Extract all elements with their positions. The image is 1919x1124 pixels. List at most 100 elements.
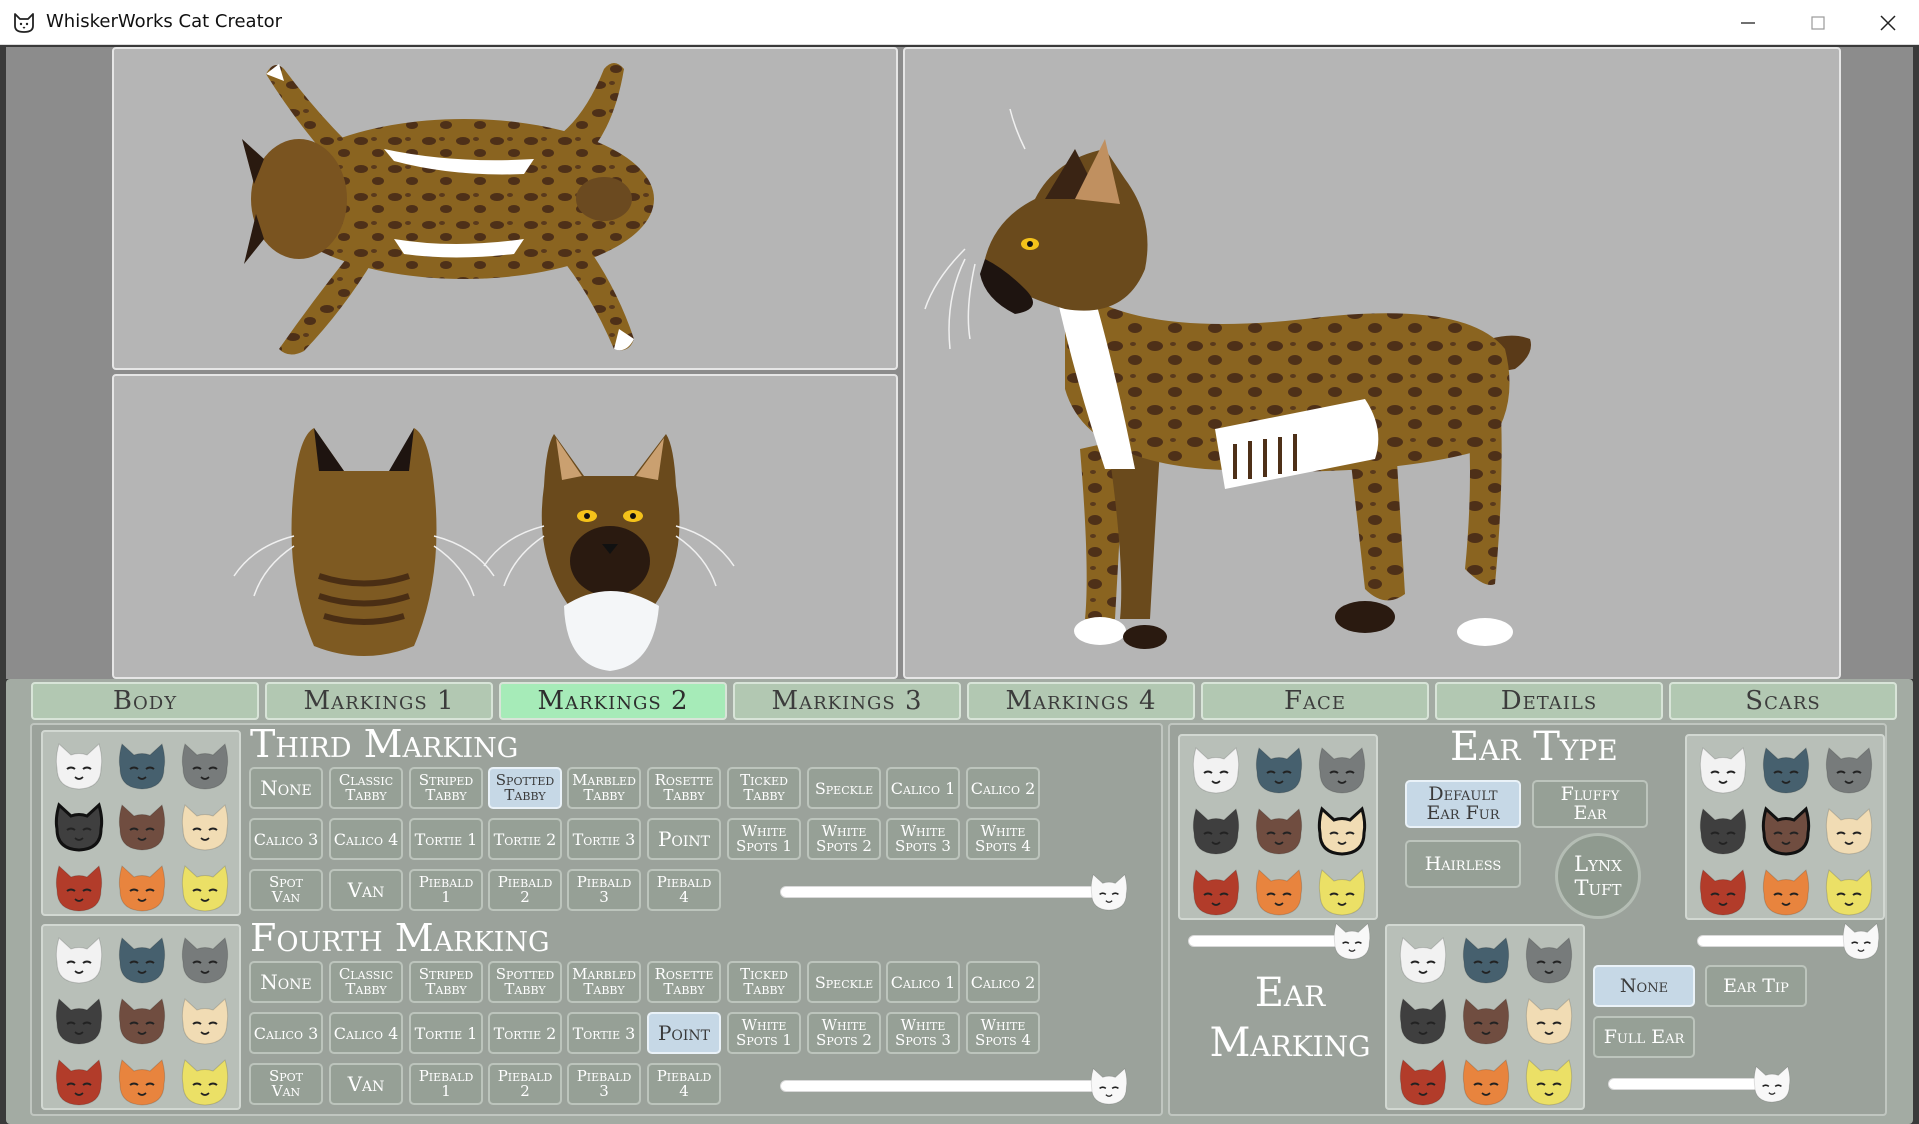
third-marking-white-spots-2-button[interactable]: White Spots 2 xyxy=(807,818,881,860)
third-marking-ticked-tabby-button[interactable]: Ticked Tabby xyxy=(727,767,801,809)
color-swatch-1[interactable] xyxy=(51,932,107,988)
maximize-button[interactable] xyxy=(1783,0,1853,45)
third-marking-van-button[interactable]: Van xyxy=(329,869,403,911)
color-swatch-3[interactable] xyxy=(1314,742,1370,798)
third-marking-opacity-slider-track[interactable] xyxy=(780,886,1105,898)
color-swatch-8[interactable] xyxy=(1251,864,1307,920)
color-swatch-2[interactable] xyxy=(1758,742,1814,798)
fourth-marking-calico-2-button[interactable]: Calico 2 xyxy=(966,961,1040,1003)
fourth-marking-white-spots-1-button[interactable]: White Spots 1 xyxy=(727,1012,801,1054)
fourth-marking-piebald-2-button[interactable]: Piebald 2 xyxy=(488,1063,562,1105)
color-swatch-4[interactable] xyxy=(51,799,107,855)
fourth-marking-classic-tabby-button[interactable]: Classic Tabby xyxy=(329,961,403,1003)
fourth-marking-rosette-tabby-button[interactable]: Rosette Tabby xyxy=(647,961,721,1003)
fourth-marking-piebald-3-button[interactable]: Piebald 3 xyxy=(567,1063,641,1105)
color-swatch-7[interactable] xyxy=(1395,1054,1451,1110)
color-swatch-9[interactable] xyxy=(1821,864,1877,920)
color-swatch-4[interactable] xyxy=(1188,803,1244,859)
fourth-marking-piebald-1-button[interactable]: Piebald 1 xyxy=(409,1063,483,1105)
fourth-marking-white-spots-4-button[interactable]: White Spots 4 xyxy=(966,1012,1040,1054)
third-marking-speckle-button[interactable]: Speckle xyxy=(807,767,881,809)
color-swatch-4[interactable] xyxy=(1395,993,1451,1049)
third-marking-calico-1-button[interactable]: Calico 1 xyxy=(886,767,960,809)
minimize-button[interactable] xyxy=(1713,0,1783,45)
color-swatch-2[interactable] xyxy=(114,738,170,794)
fourth-marking-white-spots-3-button[interactable]: White Spots 3 xyxy=(886,1012,960,1054)
color-swatch-8[interactable] xyxy=(1758,864,1814,920)
third-marking-calico-2-button[interactable]: Calico 2 xyxy=(966,767,1040,809)
fourth-marking-speckle-button[interactable]: Speckle xyxy=(807,961,881,1003)
color-swatch-5[interactable] xyxy=(1458,993,1514,1049)
fourth-marking-marbled-tabby-button[interactable]: Marbled Tabby xyxy=(567,961,641,1003)
tab-details[interactable]: Details xyxy=(1435,682,1663,720)
third-marking-tortie-1-button[interactable]: Tortie 1 xyxy=(409,818,483,860)
third-marking-spot-van-button[interactable]: Spot Van xyxy=(249,869,323,911)
tab-markings-4[interactable]: Markings 4 xyxy=(967,682,1195,720)
ear-tuft-slider-track[interactable] xyxy=(1697,935,1857,947)
tab-markings-1[interactable]: Markings 1 xyxy=(265,682,493,720)
third-marking-tortie-2-button[interactable]: Tortie 2 xyxy=(488,818,562,860)
fourth-marking-calico-4-button[interactable]: Calico 4 xyxy=(329,1012,403,1054)
color-swatch-3[interactable] xyxy=(177,932,233,988)
fourth-marking-calico-1-button[interactable]: Calico 1 xyxy=(886,961,960,1003)
fourth-marking-striped-tabby-button[interactable]: Striped Tabby xyxy=(409,961,483,1003)
color-swatch-9[interactable] xyxy=(1521,1054,1577,1110)
ear-marking-slider-knob[interactable] xyxy=(1750,1062,1794,1106)
third-marking-white-spots-4-button[interactable]: White Spots 4 xyxy=(966,818,1040,860)
color-swatch-4[interactable] xyxy=(51,993,107,1049)
color-swatch-9[interactable] xyxy=(177,1054,233,1110)
color-swatch-1[interactable] xyxy=(51,738,107,794)
color-swatch-4[interactable] xyxy=(1695,803,1751,859)
tab-markings-2[interactable]: Markings 2 xyxy=(499,682,727,720)
color-swatch-6[interactable] xyxy=(1314,803,1370,859)
color-swatch-1[interactable] xyxy=(1188,742,1244,798)
fourth-marking-calico-3-button[interactable]: Calico 3 xyxy=(249,1012,323,1054)
ear-type-fluffy-ear-button[interactable]: Fluffy Ear xyxy=(1532,780,1648,828)
fourth-marking-point-button[interactable]: Point xyxy=(647,1012,721,1054)
third-marking-opacity-slider-knob[interactable] xyxy=(1087,870,1131,914)
fourth-marking-ticked-tabby-button[interactable]: Ticked Tabby xyxy=(727,961,801,1003)
third-marking-piebald-4-button[interactable]: Piebald 4 xyxy=(647,869,721,911)
color-swatch-3[interactable] xyxy=(1521,932,1577,988)
ear-type-hairless-button[interactable]: Hairless xyxy=(1405,840,1521,888)
color-swatch-5[interactable] xyxy=(1251,803,1307,859)
color-swatch-3[interactable] xyxy=(1821,742,1877,798)
fourth-marking-tortie-2-button[interactable]: Tortie 2 xyxy=(488,1012,562,1054)
color-swatch-6[interactable] xyxy=(1521,993,1577,1049)
ear-type-lynx-tuft-button[interactable]: Lynx Tuft xyxy=(1555,833,1641,919)
ear-marking-ear-tip-button[interactable]: Ear Tip xyxy=(1705,965,1807,1007)
fourth-marking-tortie-1-button[interactable]: Tortie 1 xyxy=(409,1012,483,1054)
third-marking-piebald-2-button[interactable]: Piebald 2 xyxy=(488,869,562,911)
color-swatch-6[interactable] xyxy=(177,993,233,1049)
tab-scars[interactable]: Scars xyxy=(1669,682,1897,720)
third-marking-piebald-3-button[interactable]: Piebald 3 xyxy=(567,869,641,911)
ear-fur-slider-track[interactable] xyxy=(1188,935,1348,947)
fourth-marking-none-button[interactable]: None xyxy=(249,961,323,1003)
color-swatch-8[interactable] xyxy=(114,1054,170,1110)
fourth-marking-opacity-slider-knob[interactable] xyxy=(1087,1064,1131,1108)
tab-face[interactable]: Face xyxy=(1201,682,1429,720)
color-swatch-5[interactable] xyxy=(114,799,170,855)
color-swatch-3[interactable] xyxy=(177,738,233,794)
color-swatch-7[interactable] xyxy=(1188,864,1244,920)
third-marking-rosette-tabby-button[interactable]: Rosette Tabby xyxy=(647,767,721,809)
color-swatch-2[interactable] xyxy=(114,932,170,988)
color-swatch-2[interactable] xyxy=(1251,742,1307,798)
color-swatch-5[interactable] xyxy=(114,993,170,1049)
ear-tuft-slider-knob[interactable] xyxy=(1839,919,1883,963)
third-marking-classic-tabby-button[interactable]: Classic Tabby xyxy=(329,767,403,809)
third-marking-piebald-1-button[interactable]: Piebald 1 xyxy=(409,869,483,911)
tab-markings-3[interactable]: Markings 3 xyxy=(733,682,961,720)
ear-marking-full-ear-button[interactable]: Full Ear xyxy=(1593,1016,1695,1058)
ear-marking-none-button[interactable]: None xyxy=(1593,965,1695,1007)
color-swatch-6[interactable] xyxy=(177,799,233,855)
color-swatch-7[interactable] xyxy=(1695,864,1751,920)
fourth-marking-van-button[interactable]: Van xyxy=(329,1063,403,1105)
third-marking-none-button[interactable]: None xyxy=(249,767,323,809)
third-marking-point-button[interactable]: Point xyxy=(647,818,721,860)
third-marking-striped-tabby-button[interactable]: Striped Tabby xyxy=(409,767,483,809)
color-swatch-9[interactable] xyxy=(177,860,233,916)
third-marking-marbled-tabby-button[interactable]: Marbled Tabby xyxy=(567,767,641,809)
third-marking-tortie-3-button[interactable]: Tortie 3 xyxy=(567,818,641,860)
third-marking-white-spots-3-button[interactable]: White Spots 3 xyxy=(886,818,960,860)
